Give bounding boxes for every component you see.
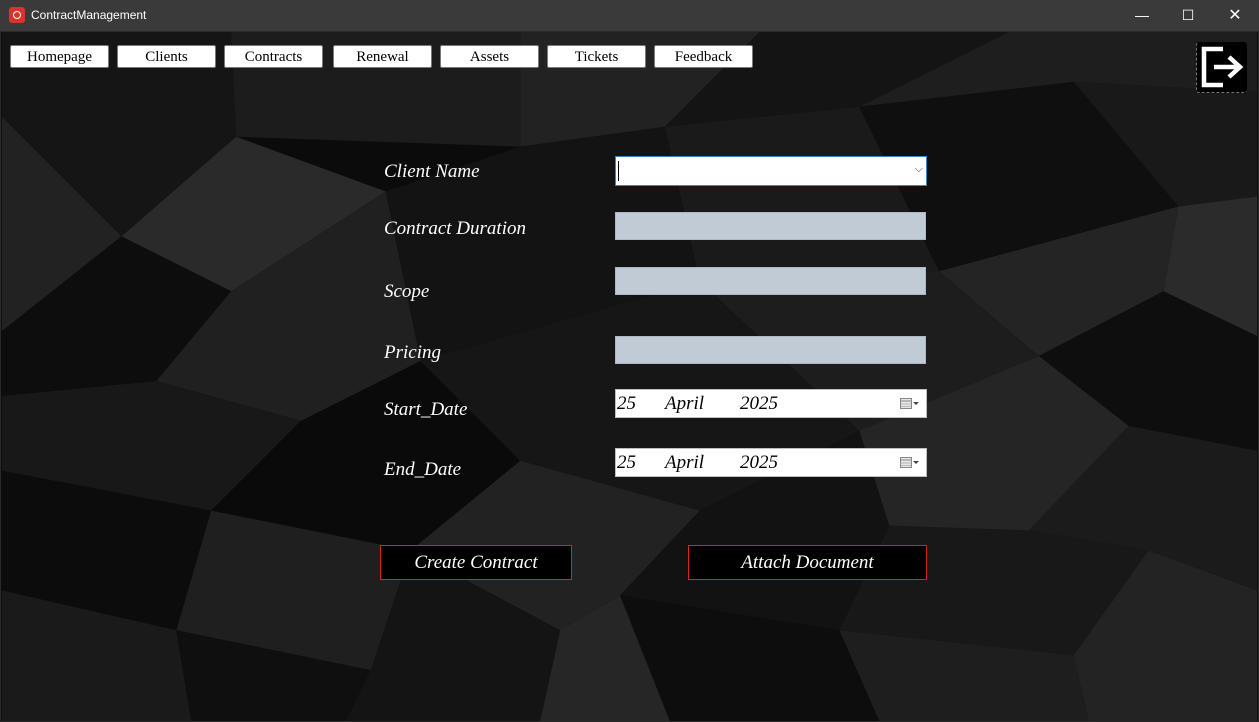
scope-label: Scope (384, 281, 430, 302)
nav-homepage-button[interactable]: Homepage (10, 45, 109, 68)
end-date-month[interactable]: April (665, 452, 704, 474)
end-date-label: End_Date (384, 459, 462, 480)
close-button[interactable]: ✕ (1212, 0, 1258, 31)
nav-feedback-button[interactable]: Feedback (654, 45, 753, 68)
background-pattern (0, 31, 1259, 722)
logout-button[interactable] (1196, 42, 1247, 93)
attach-document-button[interactable]: Attach Document (688, 545, 927, 580)
pricing-input[interactable] (615, 336, 926, 364)
window-title: ContractManagement (31, 8, 147, 22)
logout-icon (1201, 46, 1244, 88)
client-name-combobox[interactable]: ⌵ (615, 156, 927, 186)
chevron-down-icon[interactable]: ⌵ (915, 162, 923, 176)
pricing-label: Pricing (384, 342, 441, 363)
text-caret (618, 161, 619, 181)
start-date-label: Start_Date (384, 399, 468, 420)
maximize-button[interactable]: ☐ (1165, 0, 1211, 31)
nav-renewal-button[interactable]: Renewal (333, 45, 432, 68)
calendar-icon[interactable] (900, 457, 920, 469)
contract-duration-input[interactable] (615, 212, 926, 240)
start-date-picker[interactable]: 25 April 2025 (615, 389, 927, 418)
title-bar: ContractManagement — ☐ ✕ (0, 0, 1259, 31)
nav-assets-button[interactable]: Assets (440, 45, 539, 68)
scope-input[interactable] (615, 267, 926, 295)
start-date-year[interactable]: 2025 (740, 393, 778, 415)
create-contract-button[interactable]: Create Contract (380, 545, 572, 580)
polygon-background (1, 32, 1258, 721)
client-name-label: Client Name (384, 161, 480, 182)
end-date-picker[interactable]: 25 April 2025 (615, 448, 927, 477)
app-icon (9, 7, 25, 23)
contract-duration-label: Contract Duration (384, 218, 526, 239)
nav-tickets-button[interactable]: Tickets (547, 45, 646, 68)
nav-clients-button[interactable]: Clients (117, 45, 216, 68)
end-date-year[interactable]: 2025 (740, 452, 778, 474)
minimize-button[interactable]: — (1119, 0, 1165, 31)
start-date-month[interactable]: April (665, 393, 704, 415)
start-date-day[interactable]: 25 (617, 393, 636, 415)
end-date-day[interactable]: 25 (617, 452, 636, 474)
nav-contracts-button[interactable]: Contracts (224, 45, 323, 68)
calendar-icon[interactable] (900, 398, 920, 410)
